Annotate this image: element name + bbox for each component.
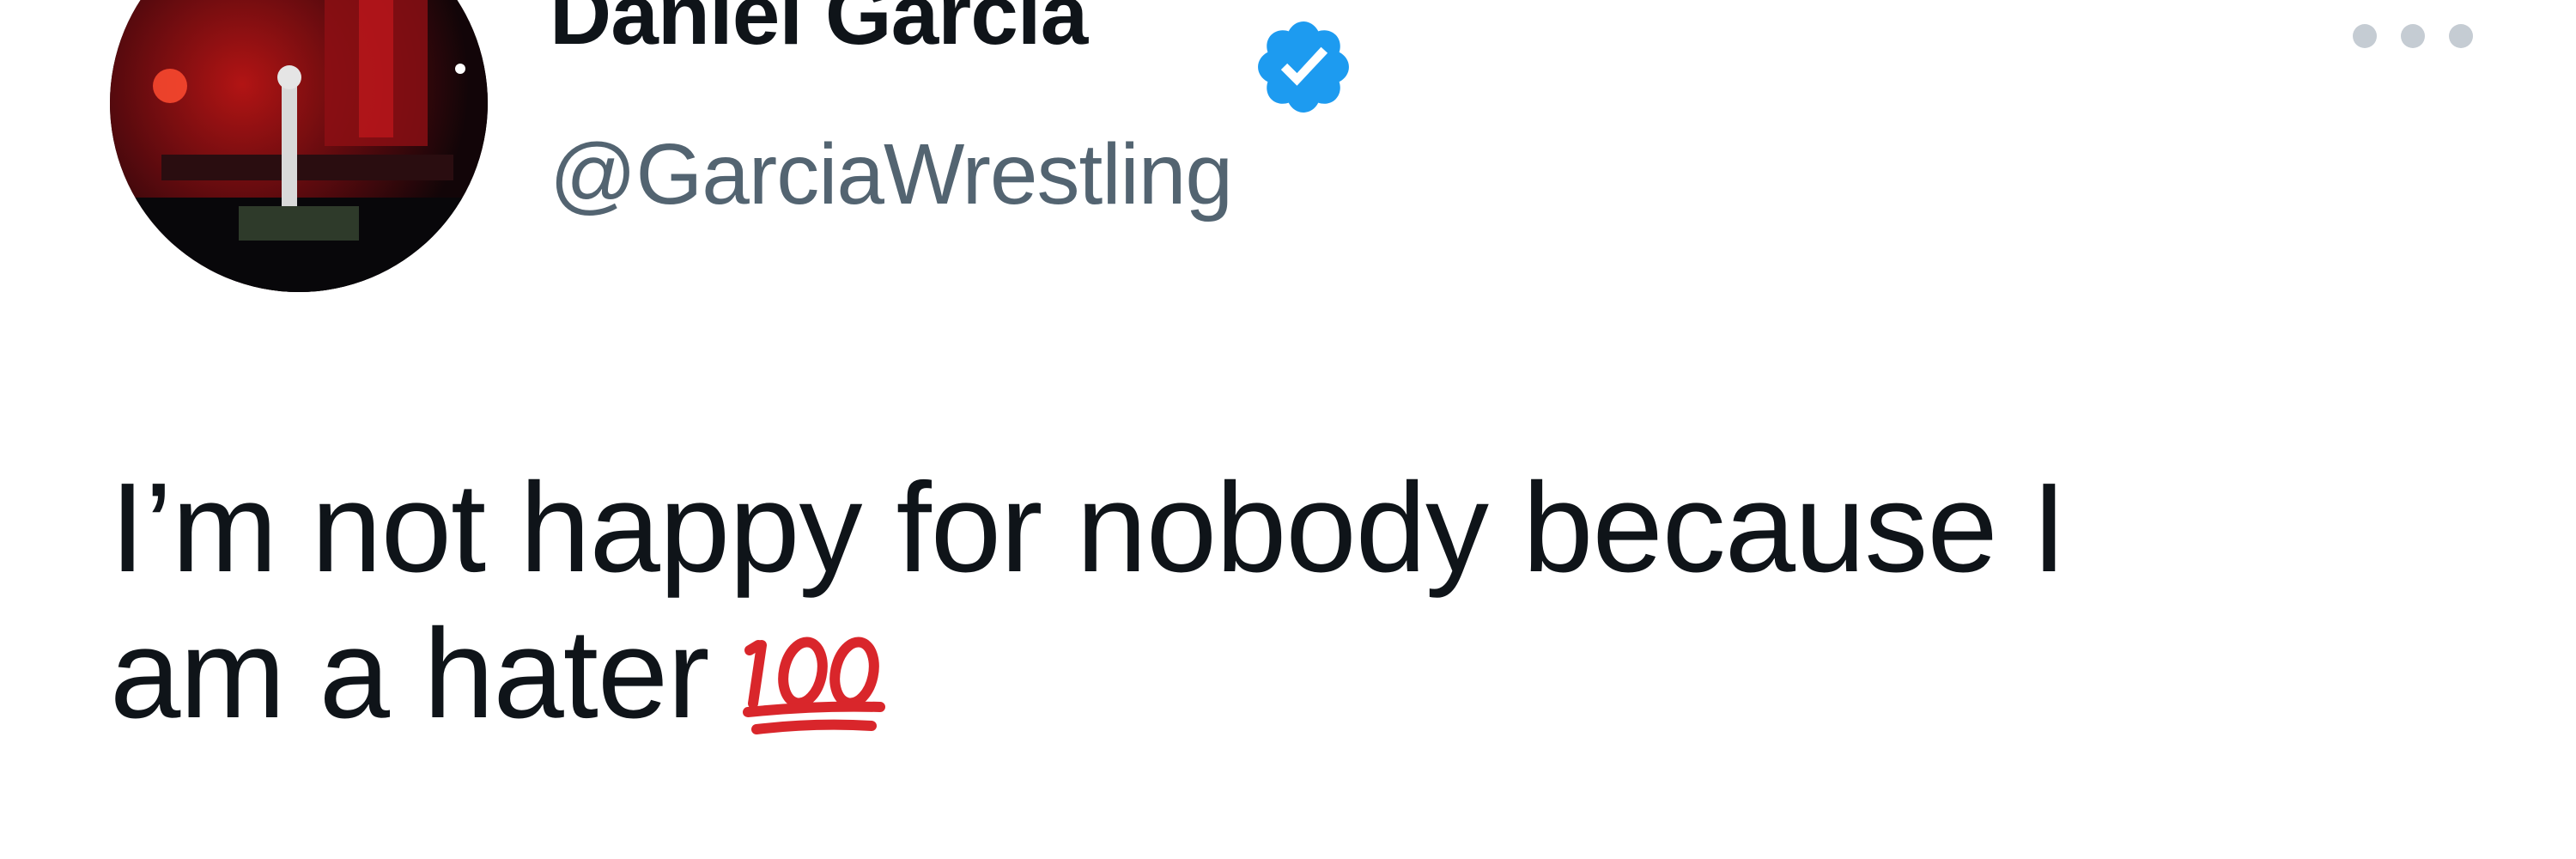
more-options-button[interactable] <box>2353 10 2473 62</box>
author-handle[interactable]: @GarciaWrestling <box>550 127 1233 222</box>
tweet-card: Daniel Garcia @GarciaWrestling I’m not h… <box>0 0 2576 859</box>
more-options-icon-dot <box>2401 24 2425 48</box>
more-options-icon <box>2353 24 2377 48</box>
tweet-text-line-with-emoji: am a hater <box>110 601 2514 748</box>
author-display-name[interactable]: Daniel Garcia <box>550 0 1088 62</box>
hundred-points-emoji <box>743 637 886 735</box>
author-avatar[interactable] <box>110 0 488 292</box>
tweet-text-line: am a hater <box>110 603 709 746</box>
verified-badge-icon <box>1258 21 1349 113</box>
avatar-image <box>110 0 488 292</box>
more-options-icon-dot <box>2449 24 2473 48</box>
tweet-text: I’m not happy for nobody because I am a … <box>110 455 2514 748</box>
tweet-text-line: I’m not happy for nobody because I <box>110 457 2067 599</box>
